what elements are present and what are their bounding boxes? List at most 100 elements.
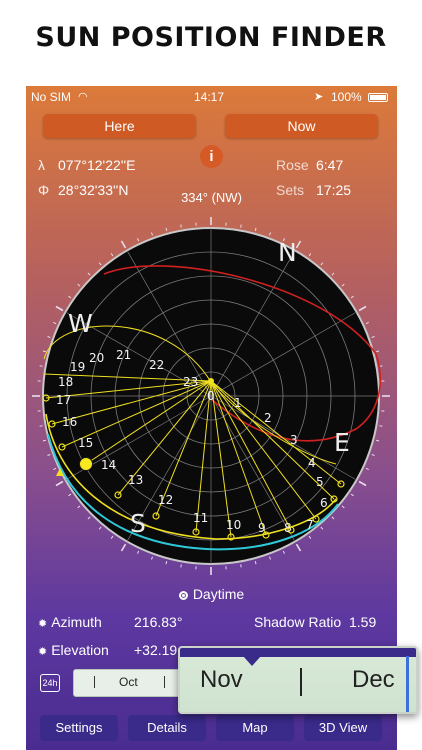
compass-tick (371, 454, 375, 456)
hour-label: 2 (264, 411, 272, 425)
longitude-symbol: λ (38, 157, 45, 173)
compass-tick (282, 550, 285, 554)
current-sun-marker[interactable] (79, 457, 93, 471)
sun-icon: ✹ (38, 646, 48, 658)
hour-label: 22 (149, 358, 164, 372)
compass-tick (110, 535, 114, 539)
here-button[interactable]: Here (43, 114, 196, 138)
compass-tick (110, 253, 114, 257)
compass-tick (53, 467, 57, 470)
compass-tick (308, 253, 312, 257)
compass-tick (68, 295, 72, 299)
compass-tick (379, 425, 383, 427)
compass-tick (55, 480, 64, 487)
hour-label: 10 (226, 518, 241, 532)
timeline-tick (164, 676, 165, 688)
compass-tick (365, 322, 369, 325)
compass-tick (87, 272, 91, 276)
compass-tick (180, 564, 182, 568)
azimuth-label: Azimuth (51, 614, 102, 630)
elevation-label: Elevation (51, 642, 109, 658)
hour-label: 15 (78, 436, 93, 450)
hour-label: 4 (308, 456, 316, 470)
compass-tick (137, 238, 140, 242)
compass-tick (376, 439, 380, 442)
hour-label: 16 (62, 415, 77, 429)
info-button[interactable]: i (200, 145, 223, 168)
magnifier-month-left: Nov (200, 666, 243, 693)
observer-center (208, 378, 214, 384)
compass-tick (295, 543, 302, 552)
radio-dot-icon (178, 591, 188, 600)
hour-label: 1 (234, 396, 242, 410)
date-timeline-slider[interactable]: Oct (73, 669, 185, 697)
north-label: N (278, 238, 297, 267)
compass-tick (180, 224, 182, 228)
status-time: 14:17 (194, 90, 225, 104)
compass-tick (308, 535, 312, 539)
hour-label: 5 (316, 475, 324, 489)
compass-tick (320, 526, 324, 530)
map-tab[interactable]: Map (216, 715, 294, 741)
hour-label: 8 (284, 521, 292, 535)
hour-label: 23 (183, 375, 198, 389)
compass-tick (254, 561, 257, 565)
compass-tick (358, 480, 367, 487)
magnifier-bar (180, 648, 416, 657)
hour-label: 20 (89, 351, 104, 365)
azimuth-value: 216.83° (134, 614, 183, 630)
east-label: E (334, 428, 350, 457)
sunrise-label: Rose (276, 157, 309, 173)
daytime-toggle[interactable]: Daytime (26, 586, 397, 602)
compass-tick (295, 240, 302, 249)
hour-label: 12 (158, 493, 173, 507)
compass-tick (371, 336, 375, 338)
shadow-ratio-label: Shadow Ratio (254, 614, 342, 630)
view-3d-tab[interactable]: 3D View (304, 715, 382, 741)
compass-tick (240, 564, 242, 568)
now-button[interactable]: Now (225, 114, 378, 138)
timeline-magnifier: Nov Dec (178, 646, 418, 714)
carrier-label: No SIM (31, 90, 72, 104)
compass-tick (120, 543, 127, 552)
compass-tick (350, 295, 354, 299)
elevation-row: ✹ Elevation (38, 642, 109, 658)
hour-label: 13 (128, 473, 143, 487)
compass-tick (87, 516, 91, 520)
app-headline: SUN POSITION FINDER (35, 22, 387, 53)
hour-label: 19 (70, 360, 85, 374)
hour-label: 6 (320, 496, 328, 510)
compass-tick (47, 454, 51, 456)
compass-tick (331, 516, 335, 520)
compass-tick (341, 283, 345, 287)
longitude-row: λ 077°12'22''E (38, 157, 135, 173)
magnifier-divider (300, 668, 302, 696)
sun-path-compass[interactable]: 0 1234567891011121314151617181920 212223 N… (26, 214, 397, 584)
compass-tick (53, 322, 57, 325)
compass-tick (269, 232, 271, 236)
battery-percent: 100% (331, 90, 362, 104)
compass-tick (77, 283, 81, 287)
compass-tick (341, 505, 345, 509)
hour-label: 0 (207, 389, 215, 403)
settings-tab[interactable]: Settings (40, 715, 118, 741)
compass-tick (68, 493, 72, 497)
compass-tick (240, 224, 242, 228)
compass-tick (376, 350, 380, 353)
magnifier-pointer-icon (243, 656, 261, 666)
magnifier-edge (406, 656, 409, 712)
compass-tick (365, 467, 369, 470)
elevation-value: +32.19 (134, 642, 178, 658)
sunrise-row: Rose 6:47 (276, 157, 343, 173)
compass-tick (151, 556, 153, 560)
timeline-month-label: Oct (119, 675, 138, 689)
shadow-ratio-value: 1.59 (349, 614, 377, 630)
magnifier-month-right: Dec (352, 666, 395, 693)
compass-tick (165, 561, 168, 565)
compass-tick (254, 227, 257, 231)
details-tab[interactable]: Details (128, 715, 206, 741)
time-mode-toggle[interactable]: 24h (40, 674, 60, 692)
compass-tick (98, 526, 102, 530)
compass-tick (320, 262, 324, 266)
wifi-icon: ◠ (78, 91, 88, 103)
